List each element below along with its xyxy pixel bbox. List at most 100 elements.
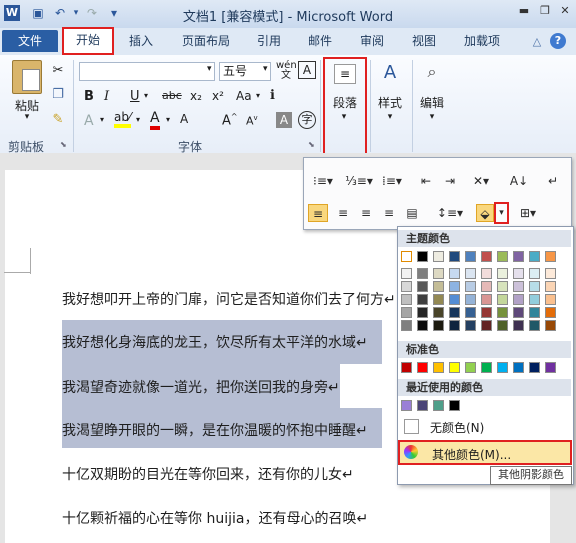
theme-tint-swatch[interactable] <box>449 307 460 318</box>
theme-tint-swatch[interactable] <box>481 268 492 279</box>
subscript-icon[interactable]: x₂ <box>190 89 202 103</box>
theme-tint-swatch[interactable] <box>545 294 556 305</box>
paste-icon[interactable] <box>12 60 42 94</box>
underline-dropdown-icon[interactable]: ▾ <box>144 91 148 100</box>
tab-page-layout[interactable]: 页面布局 <box>174 30 238 52</box>
shading-dropdown-button[interactable]: ▾ <box>494 202 509 224</box>
theme-tint-swatch[interactable] <box>497 294 508 305</box>
theme-color-swatch[interactable] <box>545 251 556 262</box>
copy-icon[interactable]: ❐ <box>50 87 66 102</box>
theme-tint-swatch[interactable] <box>545 320 556 331</box>
theme-tint-swatch[interactable] <box>417 281 428 292</box>
theme-tint-swatch[interactable] <box>481 294 492 305</box>
theme-tint-swatch[interactable] <box>497 320 508 331</box>
binoculars-icon[interactable]: ⌕ <box>420 62 444 82</box>
character-border-icon[interactable]: A <box>298 61 316 79</box>
theme-tint-swatch[interactable] <box>497 281 508 292</box>
standard-color-swatch[interactable] <box>481 362 492 373</box>
clear-formatting-icon[interactable]: ℹ <box>270 88 275 103</box>
tab-file[interactable]: 文件 <box>2 30 58 52</box>
change-case-icon[interactable]: Aa <box>236 89 252 103</box>
theme-color-swatch[interactable] <box>465 251 476 262</box>
chinese-layout-icon[interactable]: ✕▾ <box>468 172 494 190</box>
tab-home[interactable]: 开始 <box>62 27 114 55</box>
close-icon[interactable]: ✕ <box>556 3 574 19</box>
standard-color-swatch[interactable] <box>497 362 508 373</box>
justify-icon[interactable]: ≡ <box>379 204 399 222</box>
doc-line-selected[interactable]: 我好想化身海底的龙王，饮尽所有太平洋的水域↵ <box>62 332 368 352</box>
doc-line[interactable]: 十亿双期盼的目光在等你回来，还有你的儿女↵ <box>62 464 354 484</box>
theme-tint-swatch[interactable] <box>513 307 524 318</box>
format-painter-icon[interactable]: ✎ <box>50 112 66 127</box>
borders-icon[interactable]: ⊞▾ <box>514 204 542 222</box>
styles-label[interactable]: 样式 <box>372 94 408 111</box>
character-shading-box-icon[interactable]: A <box>276 112 292 128</box>
decrease-indent-icon[interactable]: ⇤ <box>416 172 436 190</box>
theme-tint-swatch[interactable] <box>433 294 444 305</box>
multilevel-list-icon[interactable]: ⁞≡▾ <box>378 172 406 190</box>
change-case-dropdown-icon[interactable]: ▾ <box>256 91 260 100</box>
text-effects-dropdown-icon[interactable]: ▾ <box>100 115 104 124</box>
theme-tint-swatch[interactable] <box>449 281 460 292</box>
italic-icon[interactable]: I <box>104 89 109 104</box>
standard-color-swatch[interactable] <box>433 362 444 373</box>
theme-tint-swatch[interactable] <box>449 320 460 331</box>
theme-color-swatch[interactable] <box>401 251 412 262</box>
standard-color-swatch[interactable] <box>465 362 476 373</box>
no-color-swatch[interactable] <box>404 419 419 434</box>
theme-tint-swatch[interactable] <box>465 320 476 331</box>
theme-tint-swatch[interactable] <box>513 281 524 292</box>
theme-tint-swatch[interactable] <box>513 294 524 305</box>
no-color-option[interactable]: 无颜色(N) <box>430 419 484 436</box>
increase-indent-icon[interactable]: ⇥ <box>440 172 460 190</box>
standard-color-swatch[interactable] <box>401 362 412 373</box>
theme-tint-swatch[interactable] <box>529 281 540 292</box>
strikethrough-icon[interactable]: abc <box>162 89 182 102</box>
theme-tint-swatch[interactable] <box>417 307 428 318</box>
tab-view[interactable]: 视图 <box>407 30 441 52</box>
theme-tint-swatch[interactable] <box>449 294 460 305</box>
theme-tint-swatch[interactable] <box>449 268 460 279</box>
theme-tint-swatch[interactable] <box>497 268 508 279</box>
standard-color-swatch[interactable] <box>545 362 556 373</box>
doc-line[interactable]: 十亿颗祈福的心在等你 huijia，还有母心的召唤↵ <box>62 508 368 528</box>
superscript-icon[interactable]: x² <box>212 89 224 103</box>
bold-icon[interactable]: B <box>84 89 94 104</box>
doc-line[interactable]: 我好想叩开上帝的门扉，问它是否知道你们去了何方↵ <box>62 289 396 309</box>
align-right-icon[interactable]: ≡ <box>356 204 376 222</box>
distributed-icon[interactable]: ▤ <box>402 204 422 222</box>
tab-addins[interactable]: 加载项 <box>456 30 508 52</box>
theme-tint-swatch[interactable] <box>433 281 444 292</box>
standard-color-swatch[interactable] <box>417 362 428 373</box>
restore-icon[interactable]: ❐ <box>536 3 554 19</box>
theme-tint-swatch[interactable] <box>433 307 444 318</box>
sort-icon[interactable]: A↓ <box>508 172 530 190</box>
bullets-icon[interactable]: ⁝≡▾ <box>309 172 337 190</box>
doc-line-selected[interactable]: 我渴望睁开眼的一瞬，是在你温暖的怀抱中睡醒↵ <box>62 420 368 440</box>
theme-tint-swatch[interactable] <box>465 307 476 318</box>
character-shading-icon[interactable]: A <box>180 112 188 126</box>
ribbon-minimize-icon[interactable]: △ <box>528 34 546 50</box>
shrink-font-icon[interactable]: Av <box>246 114 258 128</box>
tab-insert[interactable]: 插入 <box>124 30 158 52</box>
tab-review[interactable]: 审阅 <box>355 30 389 52</box>
theme-tint-swatch[interactable] <box>417 268 428 279</box>
styles-dropdown-icon[interactable]: ▾ <box>383 112 397 122</box>
theme-tint-swatch[interactable] <box>513 320 524 331</box>
recent-color-swatch[interactable] <box>433 400 444 411</box>
standard-color-swatch[interactable] <box>529 362 540 373</box>
theme-color-swatch[interactable] <box>529 251 540 262</box>
styles-icon[interactable]: A <box>378 62 402 83</box>
recent-color-swatch[interactable] <box>417 400 428 411</box>
theme-tint-swatch[interactable] <box>401 268 412 279</box>
theme-color-swatch[interactable] <box>481 251 492 262</box>
theme-tint-swatch[interactable] <box>529 268 540 279</box>
paste-dropdown-icon[interactable]: ▾ <box>20 112 34 122</box>
doc-line-selected[interactable]: 我渴望奇迹就像一道光，把你送回我的身旁↵ <box>62 377 340 397</box>
theme-tint-swatch[interactable] <box>513 268 524 279</box>
font-color-dropdown-icon[interactable]: ▾ <box>166 115 170 124</box>
theme-tint-swatch[interactable] <box>401 281 412 292</box>
theme-tint-swatch[interactable] <box>401 307 412 318</box>
minimize-icon[interactable]: ▬ <box>515 3 533 19</box>
editing-label[interactable]: 编辑 <box>414 94 450 111</box>
